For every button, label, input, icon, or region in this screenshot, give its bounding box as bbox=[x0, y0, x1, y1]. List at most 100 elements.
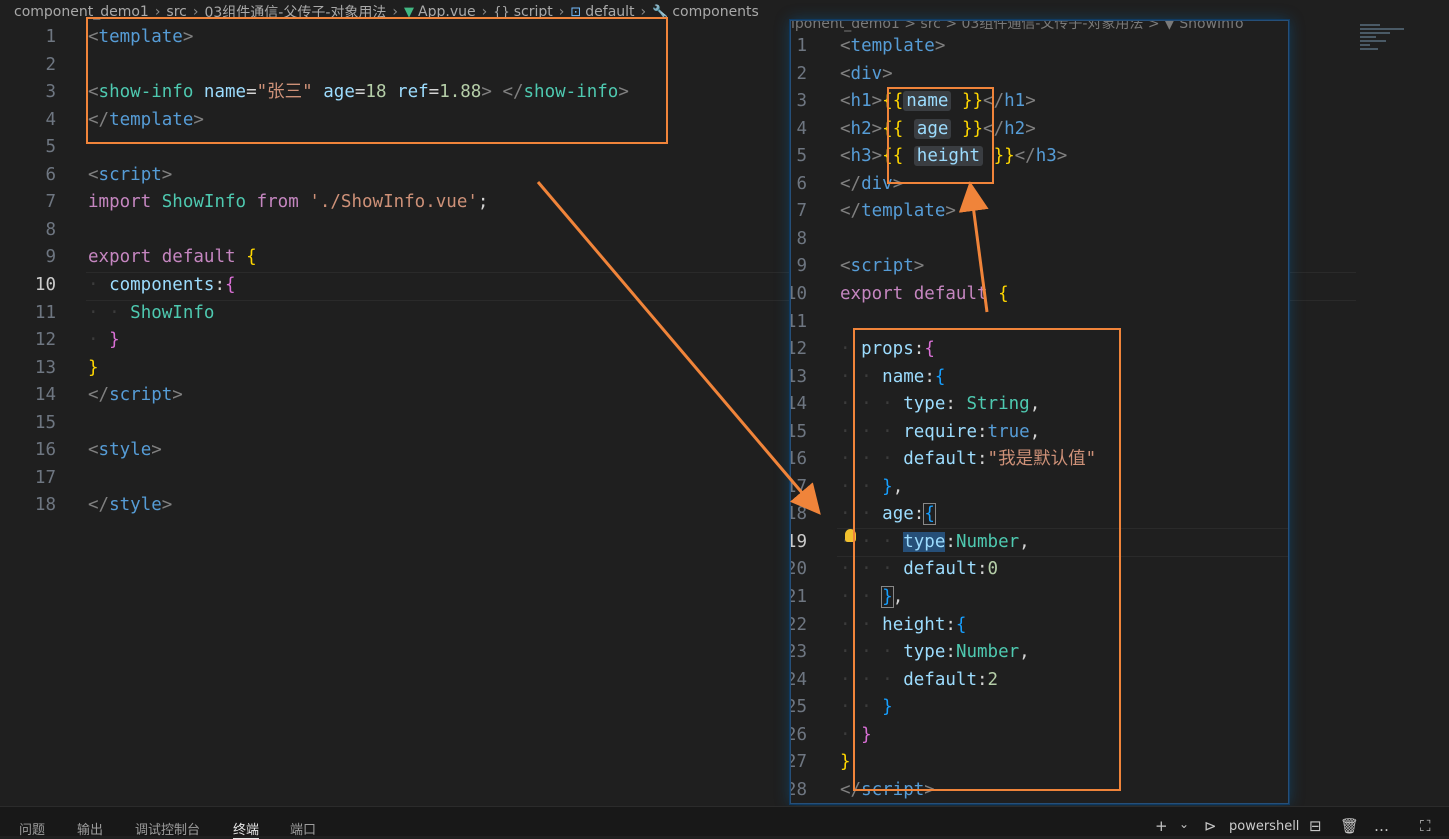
breadcrumb-item-file[interactable]: App.vue bbox=[418, 4, 476, 20]
line-number: 22 bbox=[791, 614, 807, 635]
code-text: · · · default:"我是默认值" bbox=[840, 449, 1097, 470]
line-number: 17 bbox=[791, 476, 807, 497]
terminal-name[interactable]: powershell bbox=[1229, 819, 1299, 834]
code-text: <script> bbox=[840, 256, 925, 277]
code-text: } bbox=[88, 357, 99, 378]
code-text: <h2>{{ age }}</h2> bbox=[840, 118, 1036, 139]
code-line[interactable]: 22 · · height:{ bbox=[791, 612, 1288, 640]
line-number: 15 bbox=[34, 412, 56, 433]
line-number: 25 bbox=[791, 697, 807, 718]
line-number: 12 bbox=[791, 339, 807, 360]
code-line[interactable]: 27} bbox=[791, 749, 1288, 777]
line-number: 3 bbox=[45, 82, 56, 103]
line-number: 8 bbox=[45, 219, 56, 240]
code-line[interactable]: 26 · } bbox=[791, 722, 1288, 750]
line-number: 16 bbox=[34, 440, 56, 461]
code-text: <template> bbox=[840, 36, 946, 56]
tab-debug-console[interactable]: 调试控制台 bbox=[135, 819, 200, 838]
line-number: 16 bbox=[791, 449, 807, 470]
add-terminal-icon[interactable]: + bbox=[1155, 817, 1168, 835]
chevron-down-icon[interactable]: ⌄ bbox=[1179, 817, 1189, 831]
line-number: 18 bbox=[34, 495, 56, 516]
code-line[interactable]: 1 <template> bbox=[791, 33, 1288, 61]
code-line[interactable]: 15 · · · require:true, bbox=[791, 419, 1288, 447]
more-icon[interactable]: … bbox=[1374, 817, 1389, 835]
code-line[interactable]: 17 · · }, bbox=[791, 474, 1288, 502]
line-number: 3 bbox=[796, 91, 807, 112]
breadcrumb-item-folder[interactable]: 03组件通信-父传子-对象用法 bbox=[204, 2, 386, 22]
maximize-panel-icon[interactable]: ⛶ bbox=[1420, 817, 1431, 835]
left-code-editor[interactable]: 1 <template> 2 3 <show-info name="张三" age=18… bbox=[0, 24, 1356, 804]
tab-problems[interactable]: 问题 bbox=[19, 819, 45, 838]
code-text: </script> bbox=[840, 779, 935, 800]
chevron-right-icon: › bbox=[640, 4, 647, 20]
breadcrumb-item-src[interactable]: src bbox=[166, 4, 186, 20]
code-line[interactable]: 11 bbox=[791, 309, 1288, 337]
breadcrumb-item-script[interactable]: script bbox=[514, 4, 553, 20]
line-number: 13 bbox=[34, 357, 56, 378]
code-text: <script> bbox=[88, 164, 173, 185]
line-number: 27 bbox=[791, 752, 807, 773]
code-line[interactable]: 13 · · name:{ bbox=[791, 364, 1288, 392]
code-text: </div> bbox=[840, 173, 904, 194]
line-number: 21 bbox=[791, 587, 807, 607]
peek-definition-panel[interactable]: iponent_demo1 > src > 03组件通信-父传子-对象用法 > … bbox=[790, 20, 1289, 804]
tab-terminal[interactable]: 终端 bbox=[233, 819, 260, 839]
line-number: 1 bbox=[45, 27, 56, 47]
code-line[interactable]: 9 <script> bbox=[791, 253, 1288, 281]
code-text: · · age:{ bbox=[840, 503, 936, 526]
code-line[interactable]: 14 · · · type: String, bbox=[791, 391, 1288, 419]
line-number: 26 bbox=[791, 724, 807, 745]
code-line[interactable]: 16 · · · default:"我是默认值" bbox=[791, 446, 1288, 474]
code-text: <h3>{{ height }}</h3> bbox=[840, 146, 1068, 167]
code-line[interactable]: 4 <h2>{{ age }}</h2> bbox=[791, 116, 1288, 144]
line-number: 9 bbox=[796, 256, 807, 277]
code-line[interactable]: 19 · · · type:Number, bbox=[791, 529, 1288, 557]
line-number: 23 bbox=[791, 642, 807, 663]
code-text: </template> bbox=[88, 109, 204, 130]
code-line[interactable]: 12 · props:{ bbox=[791, 336, 1288, 364]
code-line[interactable]: 20 · · · default:0 bbox=[791, 556, 1288, 584]
code-text: · · }, bbox=[840, 476, 904, 497]
line-number: 14 bbox=[791, 394, 807, 415]
code-text: · · }, bbox=[840, 586, 904, 608]
line-number: 12 bbox=[34, 330, 56, 351]
braces-icon: {} bbox=[493, 4, 510, 20]
code-line[interactable]: 3 <h1>{{name }}</h1> bbox=[791, 88, 1288, 116]
code-text: <h1>{{name }}</h1> bbox=[840, 91, 1036, 112]
breadcrumb-item-project[interactable]: component_demo1 bbox=[14, 4, 149, 20]
tab-ports[interactable]: 端口 bbox=[290, 819, 316, 838]
code-line[interactable]: 7 </template> bbox=[791, 198, 1288, 226]
code-line[interactable]: 6 </div> bbox=[791, 171, 1288, 199]
code-line[interactable]: 10 export default { bbox=[791, 281, 1288, 309]
code-line[interactable]: 8 bbox=[791, 226, 1288, 254]
code-text: <show-info name="张三" age=18 ref=1.88> </… bbox=[88, 82, 629, 103]
breadcrumb-item-components[interactable]: components bbox=[672, 4, 759, 20]
code-line[interactable]: 28 </script> bbox=[791, 777, 1288, 803]
code-line[interactable]: 21 · · }, bbox=[791, 584, 1288, 612]
code-line[interactable]: 5 <h3>{{ height }}</h3> bbox=[791, 143, 1288, 171]
code-line[interactable]: 18 · · age:{ bbox=[791, 501, 1288, 529]
code-text: <style> bbox=[88, 440, 162, 461]
terminal-icon: ⊳ bbox=[1204, 817, 1217, 835]
chevron-right-icon: › bbox=[481, 4, 488, 20]
line-number: 15 bbox=[791, 421, 807, 442]
chevron-right-icon: › bbox=[558, 4, 565, 20]
code-text: export default { bbox=[88, 247, 257, 268]
trash-icon[interactable]: 🗑 bbox=[1340, 817, 1359, 835]
code-line[interactable]: 24 · · · default:2 bbox=[791, 667, 1288, 695]
line-number: 2 bbox=[45, 54, 56, 75]
code-text: export default { bbox=[840, 283, 1009, 304]
split-terminal-icon[interactable]: ⊟ bbox=[1309, 817, 1322, 835]
lightbulb-icon[interactable] bbox=[845, 529, 856, 542]
tab-output[interactable]: 输出 bbox=[77, 819, 103, 838]
line-number: 5 bbox=[45, 137, 56, 158]
line-number: 2 bbox=[796, 63, 807, 84]
code-line[interactable]: 2 <div> bbox=[791, 61, 1288, 89]
code-text: </style> bbox=[88, 495, 173, 516]
line-number: 13 bbox=[791, 366, 807, 387]
breadcrumb-item-default[interactable]: default bbox=[585, 4, 634, 20]
code-line[interactable]: 25 · · } bbox=[791, 694, 1288, 722]
line-number: 7 bbox=[45, 192, 56, 213]
code-line[interactable]: 23 · · · type:Number, bbox=[791, 639, 1288, 667]
